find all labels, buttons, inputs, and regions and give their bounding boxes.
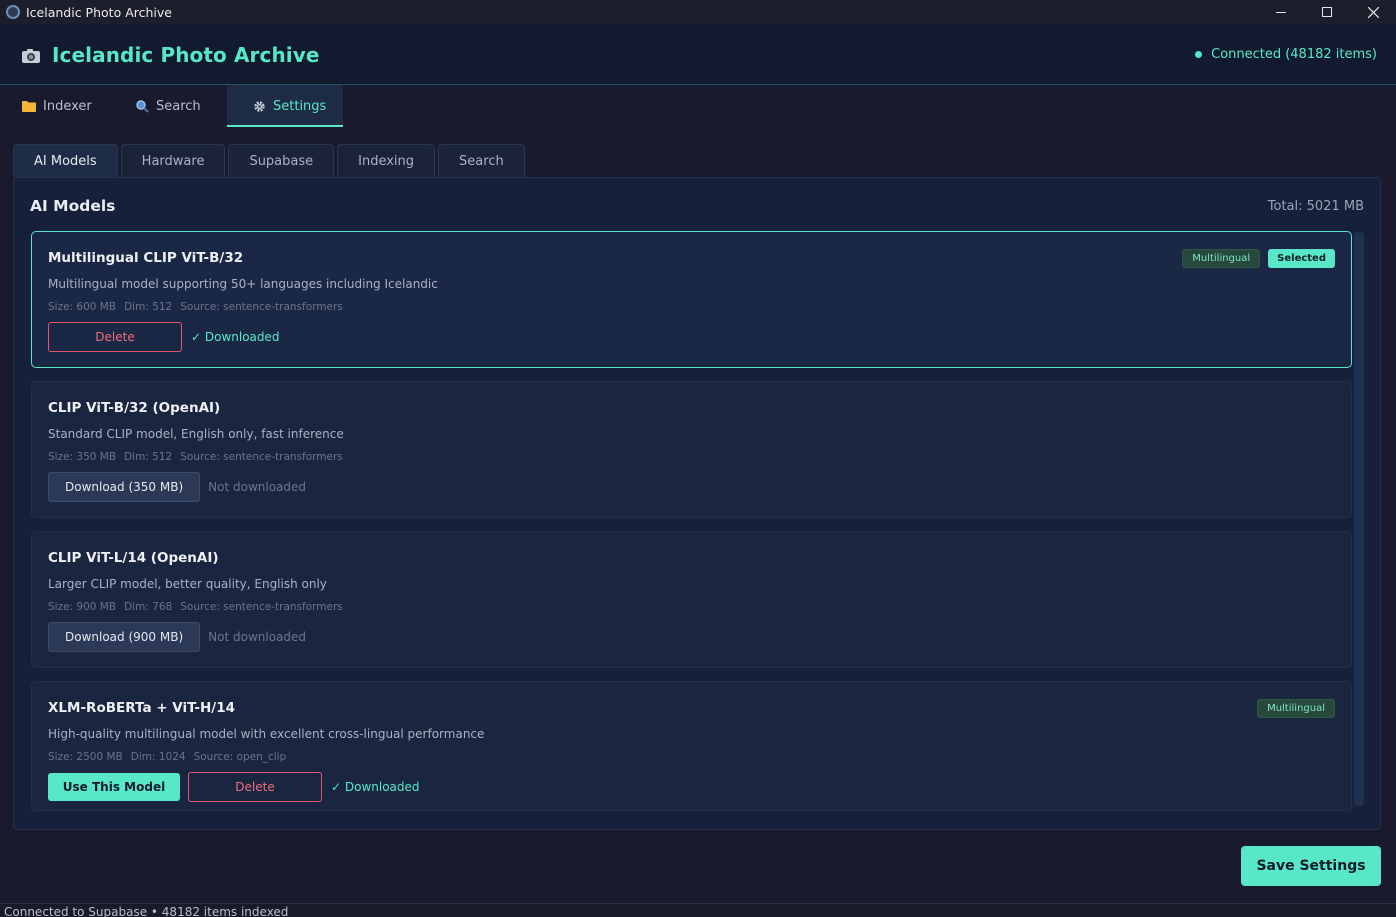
status-dot-icon (1195, 51, 1203, 58)
total-size: Total: 5021 MB (1267, 199, 1364, 214)
model-dim: Dim: 768 (124, 601, 173, 613)
window-titlebar: Icelandic Photo Archive (0, 0, 1396, 24)
model-source: Source: sentence-transformers (180, 451, 343, 463)
model-dim: Dim: 1024 (130, 751, 186, 763)
model-actions: Download (350 MB) Not downloaded (48, 472, 306, 502)
model-size: Size: 2500 MB (48, 751, 123, 763)
model-description: Larger CLIP model, better quality, Engli… (48, 577, 327, 591)
status-bar: Connected to Supabase • 48182 items inde… (0, 903, 1396, 917)
model-meta: Size: 600 MB Dim: 512 Source: sentence-t… (48, 301, 343, 313)
download-button[interactable]: Download (350 MB) (48, 472, 201, 502)
download-button[interactable]: Download (900 MB) (48, 622, 201, 652)
status-bar-text: Connected to Supabase • 48182 items inde… (4, 905, 289, 917)
model-card[interactable]: CLIP ViT-B/32 (OpenAI) Standard CLIP mod… (31, 381, 1352, 518)
download-state: ✓ Downloaded (331, 780, 420, 794)
main-tabs: Indexer Search Settings (0, 85, 343, 127)
delete-button[interactable]: Delete (48, 322, 182, 352)
model-source: Source: sentence-transformers (180, 601, 343, 613)
maximize-icon (1322, 7, 1332, 17)
tab-indexer-label: Indexer (43, 98, 92, 114)
model-badges: Multilingual (1257, 699, 1335, 718)
download-state: Not downloaded (208, 630, 307, 644)
subtab-supabase[interactable]: Supabase (228, 144, 335, 177)
model-source: Source: open_clip (193, 751, 287, 763)
model-size: Size: 350 MB (48, 451, 117, 463)
minimize-icon (1276, 11, 1286, 13)
save-settings-button[interactable]: Save Settings (1241, 846, 1381, 886)
subtab-indexing[interactable]: Indexing (337, 144, 436, 177)
app-title: Icelandic Photo Archive (52, 43, 320, 67)
folder-icon (22, 100, 36, 112)
model-name: CLIP ViT-L/14 (OpenAI) (48, 550, 219, 566)
model-actions: Delete ✓ Downloaded (48, 322, 280, 352)
model-source: Source: sentence-transformers (180, 301, 343, 313)
model-size: Size: 600 MB (48, 301, 117, 313)
close-button[interactable] (1350, 0, 1396, 24)
model-size: Size: 900 MB (48, 601, 117, 613)
subtab-hardware[interactable]: Hardware (120, 144, 226, 177)
app-header: Icelandic Photo Archive Connected (48182… (0, 24, 1396, 85)
multilingual-badge: Multilingual (1257, 699, 1335, 718)
multilingual-badge: Multilingual (1182, 249, 1261, 268)
model-dim: Dim: 512 (124, 451, 173, 463)
model-meta: Size: 350 MB Dim: 512 Source: sentence-t… (48, 451, 343, 463)
connection-status: Connected (48182 items) (1195, 47, 1377, 62)
window-controls (1258, 0, 1396, 24)
model-description: Standard CLIP model, English only, fast … (48, 427, 344, 441)
model-name: XLM-RoBERTa + ViT-H/14 (48, 700, 235, 716)
tab-search[interactable]: Search (114, 85, 227, 127)
selected-badge: Selected (1268, 249, 1335, 268)
maximize-button[interactable] (1304, 0, 1350, 24)
ai-models-panel: AI Models Total: 5021 MB Multilingual CL… (13, 177, 1381, 830)
gear-icon (253, 100, 266, 113)
model-actions: Use This Model Delete ✓ Downloaded (48, 772, 420, 802)
tab-settings-label: Settings (273, 98, 327, 114)
model-description: High-quality multilingual model with exc… (48, 727, 485, 741)
model-card[interactable]: XLM-RoBERTa + ViT-H/14 High-quality mult… (31, 681, 1352, 811)
model-meta: Size: 2500 MB Dim: 1024 Source: open_cli… (48, 751, 286, 763)
subtab-ai-models[interactable]: AI Models (13, 144, 118, 177)
download-state: ✓ Downloaded (191, 330, 280, 344)
close-icon (1367, 6, 1379, 18)
scrollbar-thumb[interactable] (1354, 232, 1364, 806)
subtab-search[interactable]: Search (438, 144, 525, 177)
tab-search-label: Search (156, 98, 201, 114)
magnifier-icon (136, 99, 149, 113)
model-dim: Dim: 512 (124, 301, 173, 313)
tab-indexer[interactable]: Indexer (0, 85, 114, 127)
use-model-button[interactable]: Use This Model (48, 773, 180, 801)
model-name: Multilingual CLIP ViT-B/32 (48, 250, 244, 266)
model-description: Multilingual model supporting 50+ langua… (48, 277, 438, 291)
download-state: Not downloaded (208, 480, 307, 494)
model-card[interactable]: Multilingual CLIP ViT-B/32 Multilingual … (31, 231, 1352, 368)
camera-icon (22, 49, 40, 63)
model-card[interactable]: CLIP ViT-L/14 (OpenAI) Larger CLIP model… (31, 531, 1352, 668)
models-scrollbar[interactable] (1354, 232, 1364, 806)
model-actions: Download (900 MB) Not downloaded (48, 622, 306, 652)
minimize-button[interactable] (1258, 0, 1304, 24)
connection-status-text: Connected (48182 items) (1211, 47, 1377, 62)
panel-title: AI Models (30, 197, 116, 215)
app-icon (6, 5, 20, 19)
model-name: CLIP ViT-B/32 (OpenAI) (48, 400, 221, 416)
delete-button[interactable]: Delete (188, 772, 322, 802)
tab-settings[interactable]: Settings (227, 85, 343, 127)
model-meta: Size: 900 MB Dim: 768 Source: sentence-t… (48, 601, 343, 613)
window-title: Icelandic Photo Archive (26, 4, 172, 20)
settings-subtabs: AI Models Hardware Supabase Indexing Sea… (13, 144, 525, 177)
model-badges: Multilingual Selected (1182, 249, 1335, 268)
